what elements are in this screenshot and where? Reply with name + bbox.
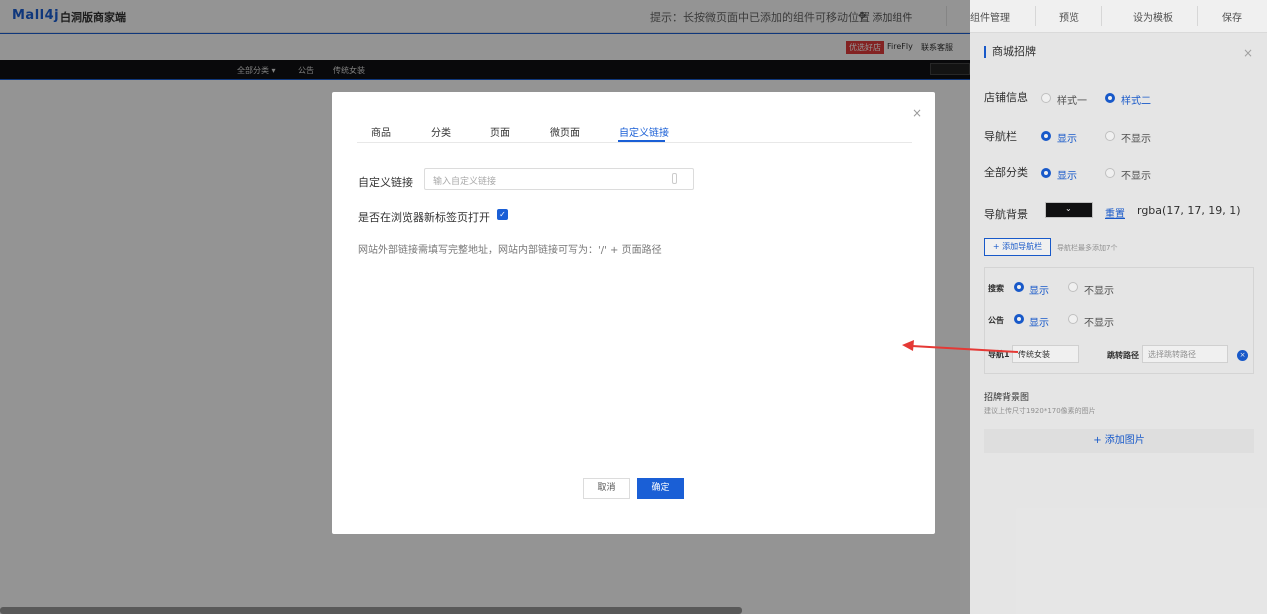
tab-page[interactable]: 页面	[490, 124, 510, 139]
close-icon[interactable]: ×	[912, 106, 922, 120]
link-tip: 网站外部链接需填写完整地址，网站内部链接可写为：'/' + 页面路径	[358, 245, 662, 256]
tab-micro-page[interactable]: 微页面	[550, 124, 580, 139]
annotation-arrow-icon	[902, 340, 1019, 353]
confirm-button[interactable]: 确定	[637, 478, 684, 499]
tabs-divider	[357, 142, 912, 143]
active-tab-indicator	[618, 140, 665, 142]
new-tab-label: 是否在浏览器新标签页打开	[358, 211, 490, 224]
link-modal	[332, 92, 935, 534]
tab-custom-link[interactable]: 自定义链接	[619, 124, 669, 139]
tab-goods[interactable]: 商品	[371, 124, 391, 139]
modal-overlay-panel	[970, 0, 1267, 614]
cancel-button[interactable]: 取消	[583, 478, 630, 499]
custom-link-input[interactable]: 输入自定义链接	[424, 168, 694, 190]
new-tab-checkbox[interactable]: ✓	[497, 209, 508, 220]
tab-category[interactable]: 分类	[431, 124, 451, 139]
custom-link-label: 自定义链接	[358, 176, 413, 189]
input-suffix-icon	[672, 173, 677, 184]
